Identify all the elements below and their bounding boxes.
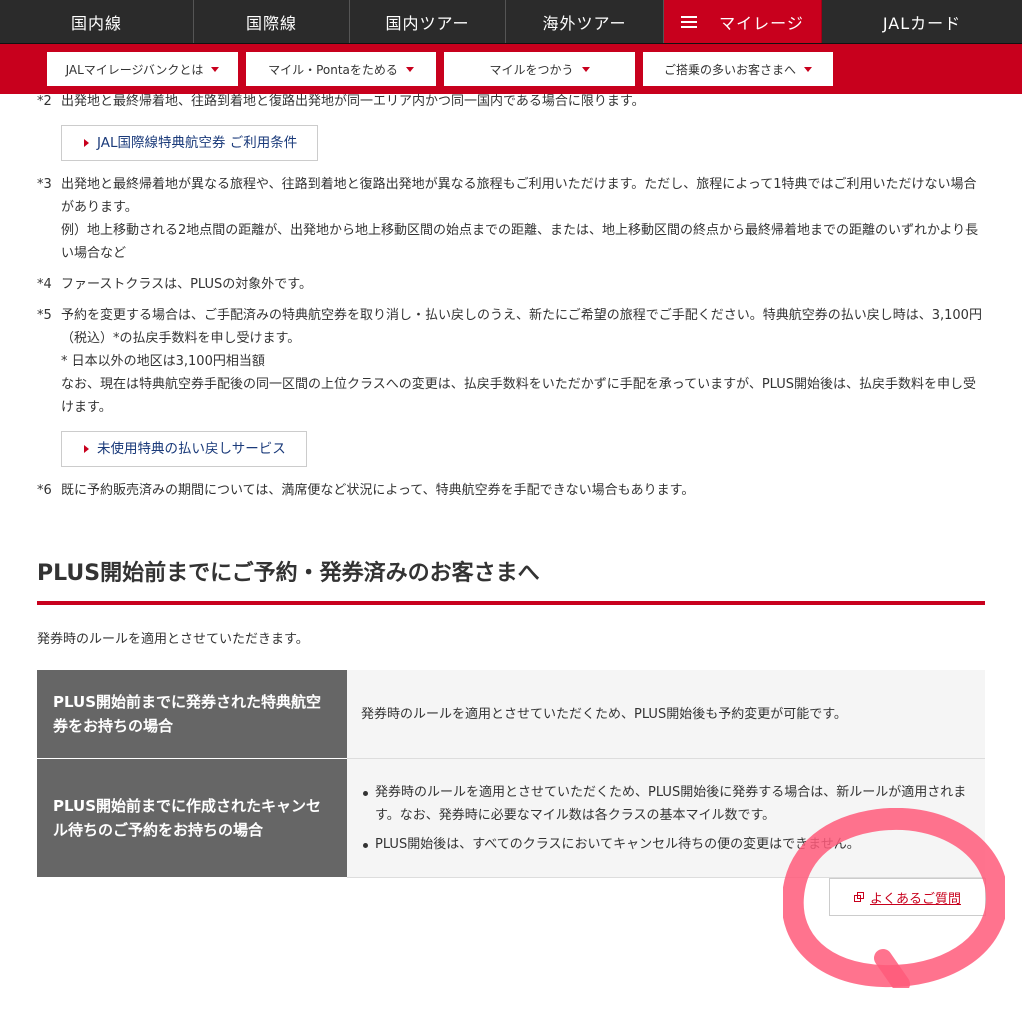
topnav-label: 海外ツアー (542, 13, 627, 33)
table-row-header: PLUS開始前までに作成されたキャンセル待ちのご予約をお持ちの場合 (37, 758, 347, 878)
section-title: PLUS開始前までにご予約・発券済みのお客さまへ (37, 555, 985, 605)
note-number: *3 (37, 177, 52, 192)
refund-service-link[interactable]: 未使用特典の払い戻しサービス (61, 431, 307, 467)
link-label: 未使用特典の払い戻しサービス (97, 440, 286, 457)
note-2: *2 出発地と最終帰着地、往路到着地と復路出発地が同一エリア内かつ同一国内である… (37, 90, 987, 113)
note-5: *5 予約を変更する場合は、ご手配済みの特典航空券を取り消し・払い戻しのうえ、新… (37, 304, 987, 419)
note-body: 出発地と最終帰着地が異なる旅程や、往路到着地と復路出発地が異なる旅程もご利用いた… (61, 173, 987, 265)
bullet-item: 発券時のルールを適用とさせていただくため、PLUS開始後に発券する場合は、新ルー… (361, 781, 971, 827)
topnav-overseas-tour[interactable]: 海外ツアー (506, 0, 664, 43)
link-label: JAL国際線特典航空券 ご利用条件 (97, 134, 298, 151)
note-text: 既に予約販売済みの期間については、満席便など状況によって、特典航空券を手配できな… (61, 483, 695, 498)
caret-down-icon (581, 66, 590, 72)
topnav-label: 国際線 (245, 13, 297, 33)
topnav-international[interactable]: 国際線 (194, 0, 350, 43)
subnav-about-mileage-bank[interactable]: JALマイレージバンクとは (47, 52, 238, 86)
faq-link[interactable]: よくあるご質問 (829, 878, 986, 916)
note-text: 予約を変更する場合は、ご手配済みの特典航空券を取り消し・払い戻しのうえ、新たにご… (61, 308, 982, 346)
table-row-body: 発券時のルールを適用とさせていただくため、PLUS開始後も予約変更が可能です。 (347, 670, 985, 759)
notes-list: *2 出発地と最終帰着地、往路到着地と復路出発地が同一エリア内かつ同一国内である… (37, 90, 987, 510)
table-row-body: 発券時のルールを適用とさせていただくため、PLUS開始後に発券する場合は、新ルー… (347, 758, 985, 878)
arrow-right-icon (84, 445, 89, 453)
subnav-label: マイルをつかう (489, 62, 574, 77)
subnav-use-miles[interactable]: マイルをつかう (444, 52, 635, 86)
topnav-domestic[interactable]: 国内線 (0, 0, 194, 43)
subnav-label: マイル・Pontaをためる (268, 62, 398, 77)
topnav-domestic-tour[interactable]: 国内ツアー (350, 0, 506, 43)
note-subnote: * 日本以外の地区は3,100円相当額 (61, 354, 265, 369)
table-row: PLUS開始前までに作成されたキャンセル待ちのご予約をお持ちの場合 発券時のルー… (37, 758, 985, 878)
topnav-label: 国内ツアー (385, 13, 470, 33)
note-3: *3 出発地と最終帰着地が異なる旅程や、往路到着地と復路出発地が異なる旅程もご利… (37, 173, 987, 265)
note-number: *2 (37, 94, 52, 109)
note-body: 予約を変更する場合は、ご手配済みの特典航空券を取り消し・払い戻しのうえ、新たにご… (61, 304, 987, 419)
subnav-frequent-flyers[interactable]: ご搭乗の多いお客さまへ (643, 52, 833, 86)
table-row-header: PLUS開始前までに発券された特典航空券をお持ちの場合 (37, 670, 347, 759)
topnav-mileage[interactable]: マイレージ (664, 0, 822, 43)
topnav-label: マイレージ (719, 13, 804, 33)
subnav-label: ご搭乗の多いお客さまへ (663, 62, 796, 77)
note-example: 例）地上移動される2地点間の距離が、出発地から地上移動区間の始点までの距離、また… (61, 223, 979, 261)
subnav-label: JALマイレージバンクとは (65, 62, 204, 77)
note-text: 出発地と最終帰着地、往路到着地と復路出発地が同一エリア内かつ同一国内である場合に… (61, 94, 645, 109)
section-intro: 発券時のルールを適用とさせていただきます。 (37, 632, 309, 647)
caret-down-icon (405, 66, 414, 72)
award-conditions-link[interactable]: JAL国際線特典航空券 ご利用条件 (61, 125, 319, 161)
note-number: *5 (37, 308, 52, 323)
bullet-list: 発券時のルールを適用とさせていただくため、PLUS開始後に発券する場合は、新ルー… (361, 781, 971, 856)
caret-down-icon (804, 66, 812, 72)
sub-nav: JALマイレージバンクとは マイル・Pontaをためる マイルをつかう ご搭乗の… (0, 44, 1022, 94)
topnav-jal-card[interactable]: JALカード (822, 0, 1022, 43)
caret-down-icon (211, 66, 220, 72)
note-number: *6 (37, 483, 52, 498)
menu-icon (681, 15, 698, 28)
bullet-item: PLUS開始後は、すべてのクラスにおいてキャンセル待ちの便の変更はできません。 (361, 833, 971, 856)
note-6: *6 既に予約販売済みの期間については、満席便など状況によって、特典航空券を手配… (37, 479, 987, 502)
faq-label: よくあるご質問 (869, 891, 961, 907)
note-4: *4 ファーストクラスは、PLUSの対象外です。 (37, 273, 987, 296)
subnav-earn-miles[interactable]: マイル・Pontaをためる (246, 52, 436, 86)
topnav-label: 国内線 (70, 13, 122, 33)
table-row: PLUS開始前までに発券された特典航空券をお持ちの場合 発券時のルールを適用とさ… (37, 670, 985, 759)
note-number: *4 (37, 277, 52, 292)
note-text: 出発地と最終帰着地が異なる旅程や、往路到着地と復路出発地が異なる旅程もご利用いた… (61, 177, 977, 215)
rules-table: PLUS開始前までに発券された特典航空券をお持ちの場合 発券時のルールを適用とさ… (37, 670, 985, 878)
note-text: ファーストクラスは、PLUSの対象外です。 (61, 277, 312, 292)
arrow-right-icon (84, 139, 89, 147)
topnav-label: JALカード (882, 13, 962, 33)
note-extra: なお、現在は特典航空券手配後の同一区間の上位クラスへの変更は、払戻手数料をいただ… (61, 377, 977, 415)
external-window-icon (853, 892, 864, 902)
top-nav: 国内線 国際線 国内ツアー 海外ツアー マイレージ JALカード (0, 0, 1022, 44)
